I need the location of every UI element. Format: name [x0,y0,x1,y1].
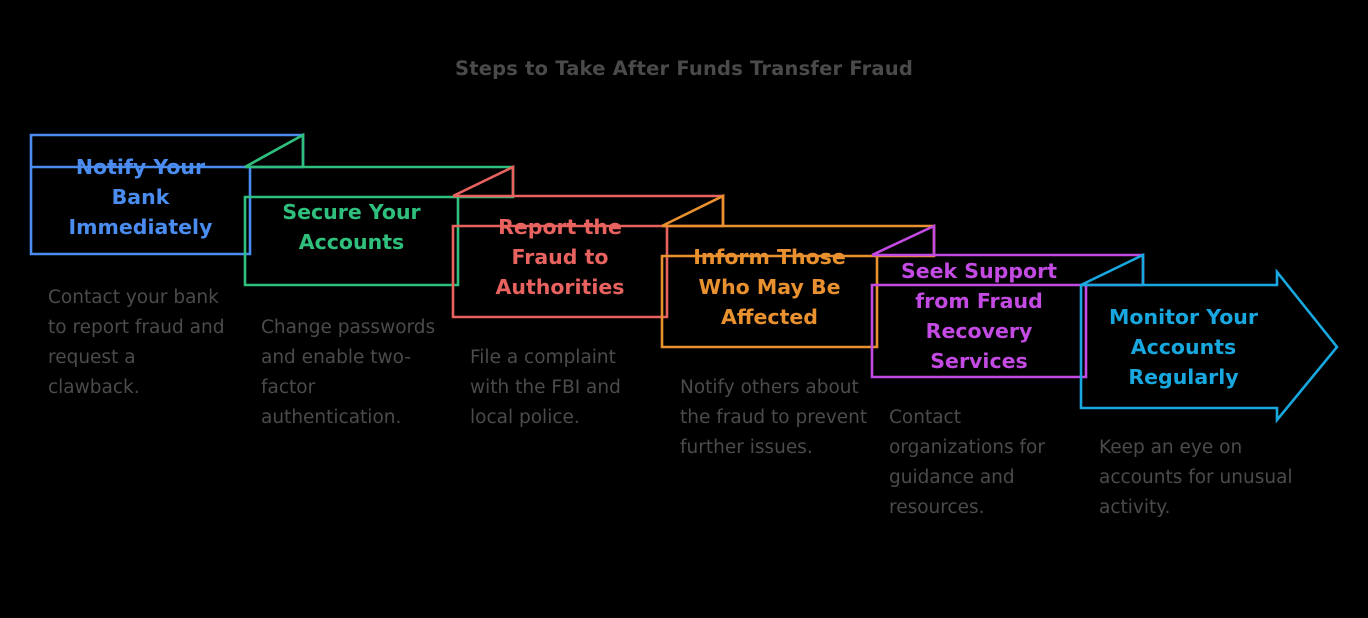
step-description-2: Change passwords and enable two- factor … [261,317,436,428]
step-description-4: Notify others about the fraud to prevent… [680,377,868,458]
step-description-3: File a complaint with the FBI and local … [470,347,621,428]
step-heading-4: Inform Those Who May Be Affected [693,245,846,329]
step-description-6: Keep an eye on accounts for unusual acti… [1099,437,1293,518]
diagram-canvas: Steps to Take After Funds Transfer Fraud… [0,0,1368,618]
step-heading-5: Seek Support from Fraud Recovery Service… [900,259,1058,373]
step-heading-1: Notify Your Bank Immediately [68,155,213,239]
step-description-5: Contact organizations for guidance and r… [889,407,1045,518]
step-description-1: Contact your bank to report fraud and re… [48,287,225,398]
step-heading-3: Report the Fraud to Authorities [495,215,625,299]
step-heading-6: Monitor Your Accounts Regularly [1109,305,1258,389]
step-heading-2: Secure Your Accounts [282,200,421,254]
